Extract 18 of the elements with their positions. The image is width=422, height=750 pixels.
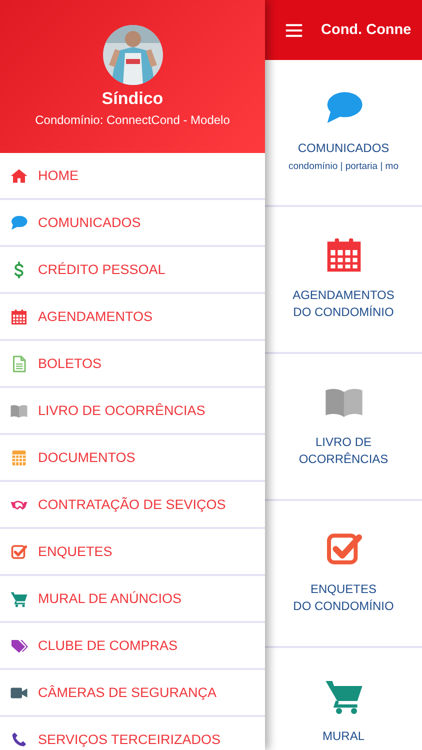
card-title: COMUNICADOS [298,140,390,157]
feature-card[interactable]: AGENDAMENTOS DO CONDOMÍNIO [265,207,422,354]
card-title: OCORRÊNCIAS [298,451,388,468]
feature-card[interactable]: COMUNICADOS condomínio | portaria | mo [265,60,422,207]
feature-card[interactable]: ENQUETES DO CONDOMÍNIO [265,501,422,648]
feature-card[interactable]: LIVRO DE OCORRÊNCIAS [265,354,422,501]
condo-name: Condomínio: ConnectCond - Modelo [35,113,230,127]
card-title: DO CONDOMÍNIO [293,598,394,615]
app-title: Cond. Conne [321,22,412,38]
feature-card[interactable]: MURAL [265,648,422,750]
card-title: ENQUETES [310,581,376,598]
card-title: DO CONDOMÍNIO [293,304,394,321]
card-title: MURAL [322,728,364,745]
card-title: LIVRO DE [315,434,372,451]
card-title: AGENDAMENTOS [292,287,394,304]
menu-icon[interactable] [285,22,303,38]
user-name: Síndico [102,89,164,109]
card-subtitle: condomínio | portaria | mo [288,161,398,172]
